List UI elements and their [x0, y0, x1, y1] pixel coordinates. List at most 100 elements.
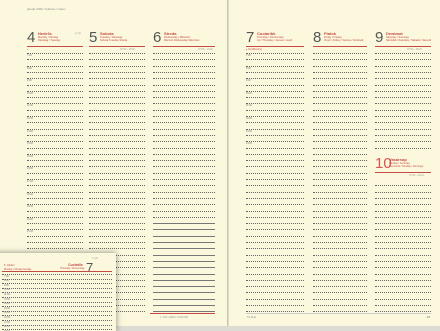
time-rule — [375, 279, 431, 281]
time-rule — [246, 292, 304, 294]
time-rule — [153, 267, 215, 269]
inset-day-number: 7 — [86, 260, 94, 275]
time-rule — [89, 223, 145, 225]
time-rule — [153, 204, 215, 206]
time-rule — [246, 210, 304, 212]
time-rule — [246, 141, 304, 143]
time-rule — [153, 242, 215, 243]
sunrise-sunset: 07:52 ◐ 16:20 — [407, 48, 422, 51]
time-rule — [2, 329, 112, 331]
time-rule — [375, 248, 431, 250]
time-rule — [153, 254, 215, 256]
time-rule — [153, 153, 215, 155]
time-rule — [375, 147, 431, 149]
time-rule — [27, 153, 83, 155]
hour-label: 13:00 — [246, 129, 252, 133]
time-rule — [27, 103, 83, 105]
time-rule — [375, 273, 431, 275]
time-rule — [153, 279, 215, 281]
sun-marker: ● — [27, 48, 29, 51]
time-rule — [375, 260, 431, 262]
hour-label: 9:00 — [27, 79, 32, 83]
time-rule — [313, 128, 367, 130]
time-rule — [246, 197, 304, 199]
time-rule — [27, 116, 83, 117]
time-rule — [313, 248, 367, 250]
day-underline — [246, 46, 304, 47]
time-rule — [246, 71, 304, 73]
inset-day-sub: Thursday / Donnerstag — [60, 267, 85, 270]
time-rule — [313, 185, 367, 187]
time-rule — [246, 59, 304, 61]
time-rule — [375, 128, 431, 130]
day-subtitle-2: Sâmbătă / Saturday / Sábado / Samedi — [386, 39, 431, 42]
day-subtitle-2: Dienstag / Tuesday — [38, 39, 61, 42]
time-rule — [313, 53, 367, 54]
time-rule — [2, 310, 112, 312]
time-rule — [153, 292, 215, 294]
time-rule — [313, 204, 367, 206]
time-rule — [89, 103, 145, 105]
time-rule — [153, 65, 215, 67]
time-rule — [313, 141, 367, 143]
footer-note: Tip Bulle — [247, 316, 257, 319]
time-rule — [246, 53, 304, 54]
day-column-head: 8 Piatok Friday / Freitag Vineri / Frida… — [313, 30, 367, 47]
time-rule — [27, 147, 83, 149]
day-number: 7 — [246, 29, 255, 46]
time-rule — [27, 210, 83, 212]
time-rule — [375, 59, 431, 61]
time-rule — [89, 242, 145, 243]
time-rule — [27, 204, 83, 206]
time-rule — [246, 90, 304, 92]
time-rule — [27, 134, 83, 136]
hour-label: 12:00 — [4, 297, 10, 301]
day-underline — [89, 46, 145, 47]
time-rule — [153, 298, 215, 300]
time-rule — [153, 179, 215, 180]
hour-label: 13:00 — [4, 302, 10, 306]
time-rule — [313, 116, 367, 117]
time-rule — [89, 216, 145, 218]
time-rule — [246, 273, 304, 275]
time-rule — [313, 260, 367, 262]
time-rule — [89, 97, 145, 99]
time-rule — [89, 229, 145, 231]
time-rule — [89, 248, 145, 250]
time-rule — [375, 254, 431, 256]
day-number: 5 — [89, 29, 98, 46]
hour-label: 7:00 — [4, 274, 9, 278]
day-underline — [375, 172, 431, 173]
hour-label: 10:00 — [4, 288, 10, 292]
time-rule — [375, 292, 431, 294]
time-rule — [153, 191, 215, 193]
time-rule — [153, 229, 215, 231]
day-subtitle-2: Miercuri Wednesday Miércoles — [164, 39, 200, 42]
time-rule — [375, 116, 431, 117]
day-column-head: 6 Streda Wednesday / Mittwoch Miercuri W… — [153, 30, 215, 47]
time-rule — [313, 286, 367, 288]
time-rule — [89, 128, 145, 130]
time-rule — [375, 65, 431, 67]
time-rule — [375, 286, 431, 288]
time-rule — [375, 84, 431, 86]
time-rule — [27, 109, 83, 111]
time-rule — [246, 84, 304, 86]
time-rule — [313, 235, 367, 237]
time-rule — [313, 71, 367, 73]
time-rule — [246, 153, 304, 155]
time-rule — [2, 283, 112, 285]
time-rule — [313, 298, 367, 300]
time-rule — [313, 59, 367, 61]
time-rule — [246, 260, 304, 262]
time-rule — [153, 53, 215, 54]
time-rule — [153, 172, 215, 174]
time-rule — [375, 71, 431, 73]
hour-label: 13:00 — [27, 129, 33, 133]
time-rule — [246, 235, 304, 237]
time-rule — [153, 197, 215, 199]
time-rule — [246, 254, 304, 256]
footer-line — [150, 313, 215, 314]
time-rule — [313, 273, 367, 275]
time-rule — [246, 160, 304, 162]
